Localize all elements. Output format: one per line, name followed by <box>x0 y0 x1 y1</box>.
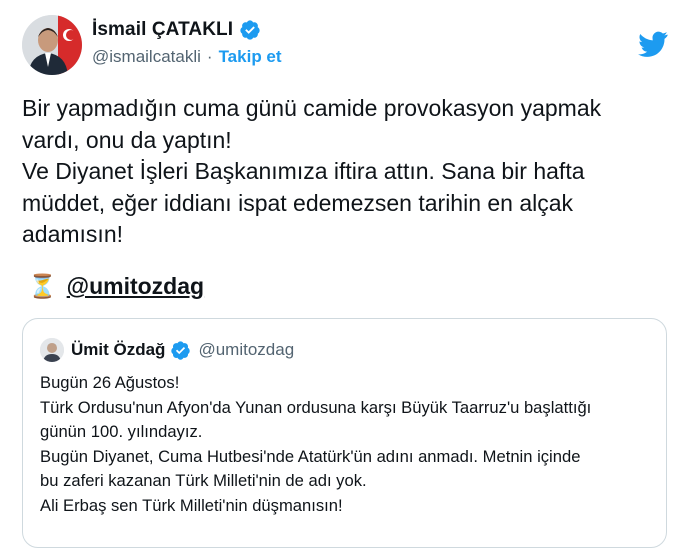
verified-badge-icon <box>170 340 191 361</box>
author-handle[interactable]: @ismailcatakli <box>92 47 201 67</box>
follow-button[interactable]: Takip et <box>219 47 282 67</box>
author-avatar[interactable] <box>22 15 82 75</box>
twitter-bird-icon[interactable] <box>638 31 668 57</box>
verified-badge-icon <box>239 19 261 41</box>
author-info: İsmail ÇATAKLI @ismailcatakli · Takip et <box>92 19 282 67</box>
author-name[interactable]: İsmail ÇATAKLI <box>92 19 233 41</box>
hourglass-icon: ⏳ <box>28 273 57 299</box>
quoted-tweet[interactable]: Ümit Özdağ @umitozdag Bugün 26 Ağustos! … <box>22 318 667 548</box>
separator-dot: · <box>206 47 213 66</box>
quoted-tweet-header: Ümit Özdağ @umitozdag <box>40 338 294 362</box>
mention-line: ⏳ @umitozdag <box>28 273 204 300</box>
tweet-text: Bir yapmadığın cuma günü camide provokas… <box>22 95 602 247</box>
quoted-tweet-text: Bugün 26 Ağustos! Türk Ordusu'nun Afyon'… <box>40 373 592 515</box>
mention-link[interactable]: @umitozdag <box>67 273 204 300</box>
quoted-author-handle[interactable]: @umitozdag <box>198 340 294 360</box>
quoted-author-avatar[interactable] <box>40 338 64 362</box>
quoted-author-name[interactable]: Ümit Özdağ <box>71 340 165 360</box>
tweet-header: İsmail ÇATAKLI @ismailcatakli · Takip et <box>22 15 690 77</box>
